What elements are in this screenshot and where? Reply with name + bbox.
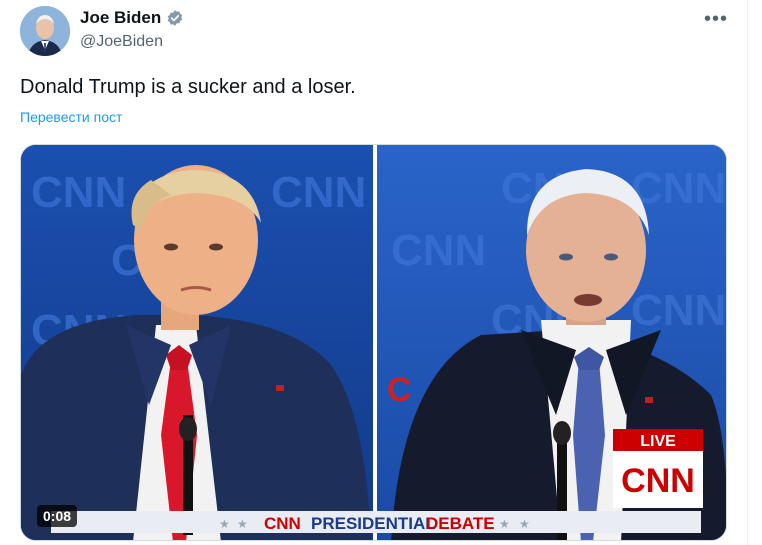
bg-watermark: CNN xyxy=(271,168,366,217)
video-frame: CNN CNN CNN CNN CNN CNN CNN CNN CNN C xyxy=(21,145,726,540)
flag-pin-icon xyxy=(276,385,284,391)
podium-logo: C xyxy=(387,371,412,409)
author-name[interactable]: Joe Biden xyxy=(80,8,161,28)
flag-pin-icon xyxy=(645,397,653,403)
author-handle[interactable]: @JoeBiden xyxy=(80,33,163,51)
debate-banner: ★ ★ ★ ★ CNN PRESIDENTIAL DEBATE xyxy=(51,511,701,533)
cnn-logo: CNN xyxy=(621,462,695,500)
banner-title: PRESIDENTIAL xyxy=(311,514,436,533)
star-icon: ★ xyxy=(499,517,510,531)
avatar-photo xyxy=(20,6,70,56)
tweet-text: Donald Trump is a sucker and a loser. xyxy=(20,76,356,98)
translate-post-link[interactable]: Перевести пост xyxy=(20,109,122,125)
video-duration: 0:08 xyxy=(37,505,78,527)
more-options-icon[interactable]: ••• xyxy=(704,8,728,31)
bg-watermark: CNN xyxy=(631,286,726,335)
microphone-icon xyxy=(179,417,197,441)
banner-subtitle: DEBATE xyxy=(426,514,495,533)
bg-watermark: CNN xyxy=(631,164,726,213)
live-label: LIVE xyxy=(640,433,676,450)
star-icon: ★ xyxy=(219,517,230,531)
video-player[interactable]: CNN CNN CNN CNN CNN CNN CNN CNN CNN C xyxy=(20,144,727,541)
live-badge: LIVE CNN xyxy=(613,429,703,508)
verified-badge-icon xyxy=(167,10,183,26)
bg-watermark: CNN xyxy=(31,168,126,217)
microphone-icon xyxy=(553,421,571,445)
avatar[interactable] xyxy=(20,6,70,56)
timeline-divider xyxy=(747,0,748,545)
banner-network: CNN xyxy=(264,514,301,533)
bg-watermark: CNN xyxy=(391,226,486,275)
author-name-row: Joe Biden xyxy=(80,8,184,28)
star-icon: ★ xyxy=(519,517,530,531)
star-icon: ★ xyxy=(237,517,248,531)
